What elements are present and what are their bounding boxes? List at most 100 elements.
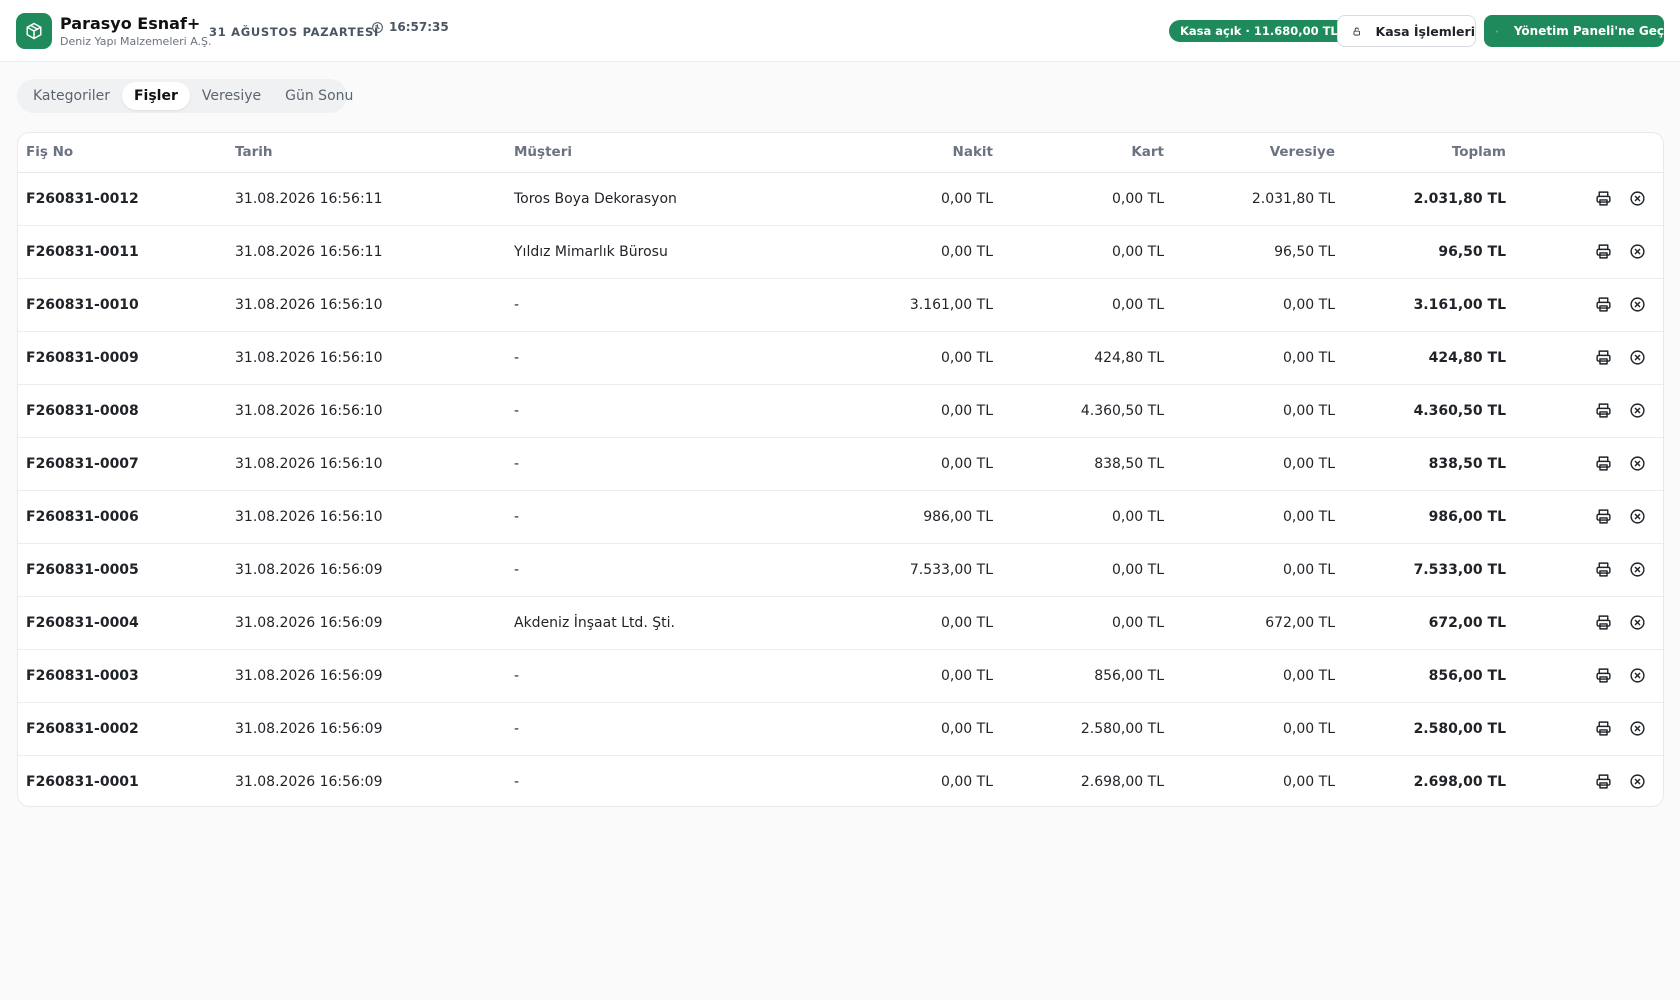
row-actions-cell [1506,596,1663,650]
table-row[interactable]: F260831-0006 31.08.2026 16:56:10-986,00 T… [18,490,1663,544]
total-amount-cell: 838,50 TL [1335,437,1506,491]
receipts-table-card: Fiş No Tarih Müşteri Nakit Kart Veresiye… [17,132,1664,807]
tab-gun-sonu[interactable]: Gün Sonu [273,82,365,110]
column-header-actions [1506,133,1663,173]
credit-amount-cell: 0,00 TL [1164,490,1335,544]
customer-cell: - [514,773,520,790]
printer-icon[interactable] [1593,560,1613,580]
printer-icon[interactable] [1593,772,1613,792]
customer-cell: - [514,649,794,703]
table-row[interactable]: F260831-0011 31.08.2026 16:56:11 Yıldız Mi… [18,225,1663,279]
customer-cell: - [514,331,794,385]
cash-amount-cell: 0,00 TL [794,384,993,438]
row-actions-cell [1506,702,1663,756]
cancel-circle-icon[interactable] [1627,507,1647,527]
cash-amount-cell: 0,00 TL [941,773,993,790]
tab-fisler[interactable]: Fişler [121,82,190,110]
company-name: Deniz Yapı Malzemeleri A.Ş. [60,35,212,48]
cash-amount-cell: 0,00 TL [794,437,993,491]
cash-amount-cell: 0,00 TL [794,649,993,703]
receipt-date-cell: 31.08.2026 16:56:09 [235,543,514,597]
tab-veresiye[interactable]: Veresiye [190,82,273,110]
cancel-circle-icon[interactable] [1627,401,1647,421]
row-actions-cell [1506,172,1663,226]
cancel-circle-icon[interactable] [1627,348,1647,368]
printer-icon[interactable] [1593,242,1613,262]
cancel-circle-icon[interactable] [1627,560,1647,580]
table-header-row: Fiş No Tarih Müşteri Nakit Kart Veresiye… [18,133,1663,173]
customer-cell: Akdeniz İnşaat Ltd. Şti. [514,596,794,650]
total-amount-cell: 2.698,00 TL [1413,773,1506,790]
table-row[interactable]: F260831-0002 31.08.2026 16:56:09-0,00 TL 2… [18,702,1663,756]
cancel-circle-icon[interactable] [1627,613,1647,633]
total-amount-cell: 4.360,50 TL [1335,384,1506,438]
table-row[interactable]: F260831-0005 31.08.2026 16:56:09-7.533,00… [18,543,1663,597]
total-amount-cell: 7.533,00 TL [1335,543,1506,597]
credit-amount-cell: 0,00 TL [1164,384,1335,438]
customer-cell: - [514,278,794,332]
card-amount-cell: 0,00 TL [993,278,1164,332]
cancel-circle-icon[interactable] [1627,242,1647,262]
box-logo-icon [16,13,52,49]
card-amount-cell: 0,00 TL [993,490,1164,544]
cash-amount-cell: 0,00 TL [794,596,993,650]
credit-amount-cell: 0,00 TL [1164,702,1335,756]
kasa-operations-label: Kasa İşlemleri [1375,23,1475,39]
printer-icon[interactable] [1593,401,1613,421]
table-row[interactable]: F260831-0009 31.08.2026 16:56:10-0,00 TL 4… [18,331,1663,385]
credit-amount-cell: 0,00 TL [1164,278,1335,332]
total-amount-cell: 424,80 TL [1335,331,1506,385]
column-header-kart: Kart [993,133,1164,173]
cancel-circle-icon[interactable] [1627,719,1647,739]
column-header-musteri: Müşteri [514,133,794,173]
table-row[interactable]: F260831-0012 31.08.2026 16:56:11 Toros Boy… [18,172,1663,226]
receipt-date-cell: 31.08.2026 16:56:09 [235,649,514,703]
cash-amount-cell: 3.161,00 TL [794,278,993,332]
receipt-number-cell: F260831-0007 [18,437,235,491]
table-row[interactable]: F260831-0001 31.08.2026 16:56:09 - 0,00 TL 2… [18,755,1663,806]
customer-cell: - [514,702,794,756]
receipt-number-cell: F260831-0001 [26,773,139,790]
card-amount-cell: 2.580,00 TL [993,702,1164,756]
table-row[interactable]: F260831-0007 31.08.2026 16:56:10-0,00 TL 8… [18,437,1663,491]
table-row[interactable]: F260831-0004 31.08.2026 16:56:09 Akdeniz İ… [18,596,1663,650]
row-actions-cell [1506,278,1663,332]
kasa-status-badge: Kasa açık · 11.680,00 TL [1169,20,1349,42]
table-row[interactable]: F260831-0010 31.08.2026 16:56:10-3.161,00… [18,278,1663,332]
receipt-number-cell: F260831-0004 [18,596,235,650]
cancel-circle-icon[interactable] [1627,295,1647,315]
admin-panel-button[interactable]: Yönetim Paneli'ne Geç [1484,15,1664,47]
card-amount-cell: 838,50 TL [993,437,1164,491]
printer-icon[interactable] [1593,666,1613,686]
kasa-operations-button[interactable]: Kasa İşlemleri [1337,15,1476,47]
cancel-circle-icon[interactable] [1627,772,1647,792]
cancel-circle-icon[interactable] [1627,454,1647,474]
card-amount-cell: 0,00 TL [993,543,1164,597]
total-amount-cell: 672,00 TL [1335,596,1506,650]
credit-amount-cell: 2.031,80 TL [1164,172,1335,226]
row-actions-cell [1506,755,1663,806]
card-amount-cell: 4.360,50 TL [993,384,1164,438]
card-amount-cell: 856,00 TL [993,649,1164,703]
clock: 16:57:35 [371,20,449,34]
printer-icon[interactable] [1593,613,1613,633]
table-row[interactable]: F260831-0008 31.08.2026 16:56:10-0,00 TL 4… [18,384,1663,438]
printer-icon[interactable] [1593,507,1613,527]
cash-amount-cell: 7.533,00 TL [794,543,993,597]
cancel-circle-icon[interactable] [1627,189,1647,209]
row-actions-cell [1506,331,1663,385]
printer-icon[interactable] [1593,295,1613,315]
printer-icon[interactable] [1593,454,1613,474]
printer-icon[interactable] [1593,348,1613,368]
table-row[interactable]: F260831-0003 31.08.2026 16:56:09-0,00 TL 8… [18,649,1663,703]
receipt-date-cell: 31.08.2026 16:56:10 [235,331,514,385]
tab-kategoriler[interactable]: Kategoriler [21,82,122,110]
credit-amount-cell: 672,00 TL [1164,596,1335,650]
customer-cell: - [514,384,794,438]
cancel-circle-icon[interactable] [1627,666,1647,686]
credit-amount-cell: 0,00 TL [1164,649,1335,703]
printer-icon[interactable] [1593,189,1613,209]
credit-amount-cell: 96,50 TL [1164,225,1335,279]
card-amount-cell: 0,00 TL [993,172,1164,226]
printer-icon[interactable] [1593,719,1613,739]
